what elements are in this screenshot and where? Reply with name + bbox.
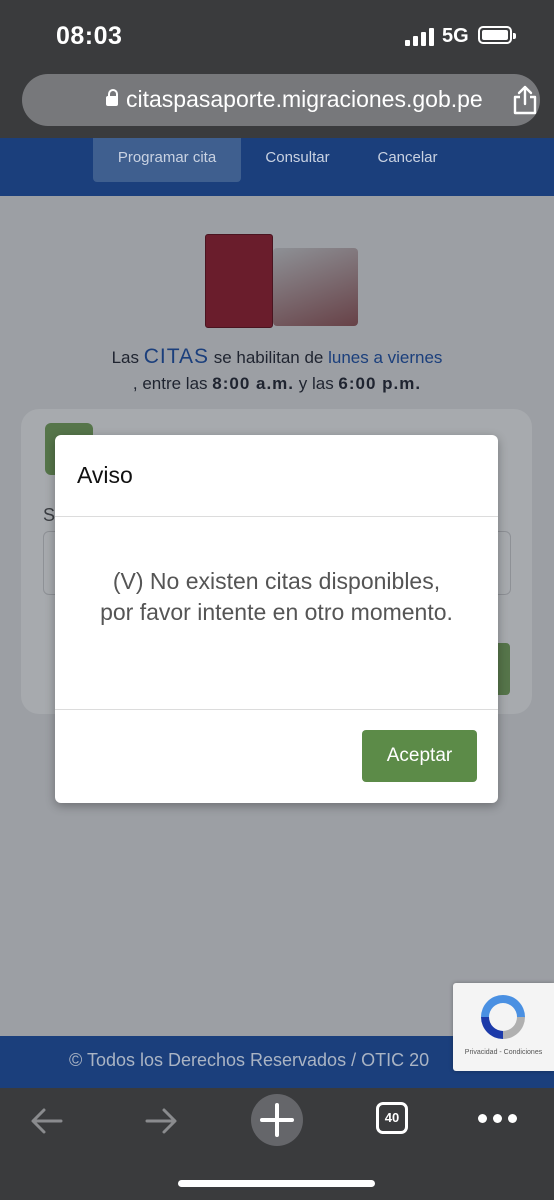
dialog-divider — [55, 516, 498, 517]
back-arrow-icon[interactable] — [28, 1102, 66, 1140]
status-bar: 08:03 5G — [0, 0, 554, 68]
browser-address-area: citaspasaporte.migraciones.gob.pe — [0, 68, 554, 138]
battery-icon — [478, 26, 516, 44]
tab-count-button[interactable]: 40 — [376, 1102, 408, 1134]
plus-icon — [260, 1103, 294, 1137]
share-icon[interactable] — [510, 84, 540, 116]
address-bar[interactable]: citaspasaporte.migraciones.gob.pe — [22, 74, 540, 126]
forward-arrow-icon[interactable] — [142, 1102, 180, 1140]
status-time: 08:03 — [56, 22, 123, 50]
signal-icon — [405, 28, 435, 46]
more-menu-icon[interactable] — [478, 1114, 518, 1124]
accept-button[interactable]: Aceptar — [362, 730, 477, 782]
new-tab-button[interactable] — [251, 1094, 303, 1146]
dialog-message: (V) No existen citas disponibles, por fa… — [100, 568, 453, 625]
url-text: citaspasaporte.migraciones.gob.pe — [126, 86, 483, 112]
dialog-title: Aviso — [77, 462, 133, 488]
home-indicator — [178, 1180, 375, 1187]
notice-dialog: Aviso (V) No existen citas disponibles, … — [55, 435, 498, 803]
dialog-divider — [55, 709, 498, 710]
lock-icon — [106, 89, 118, 106]
network-type: 5G — [442, 25, 469, 47]
